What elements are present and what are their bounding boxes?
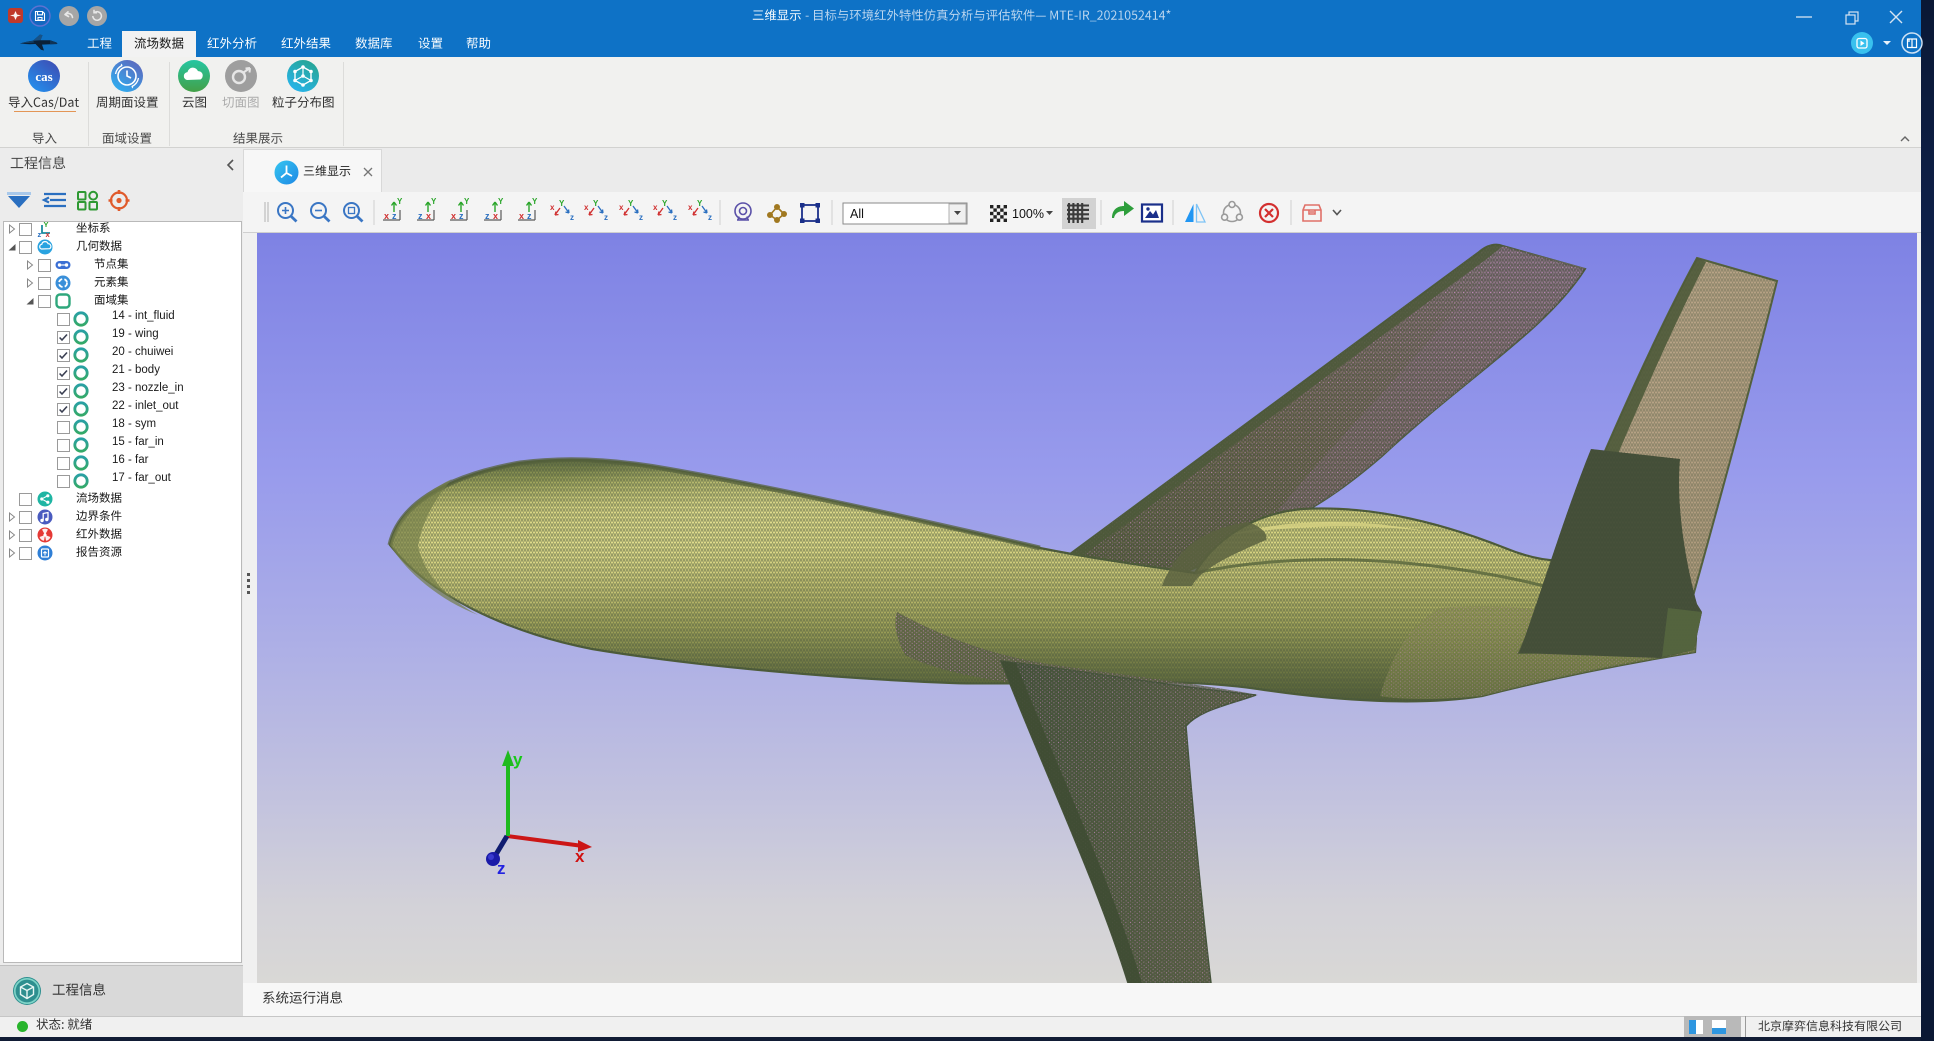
svg-text:x: x <box>584 203 589 212</box>
svg-text:x: x <box>550 203 555 212</box>
svg-text:z: z <box>604 213 608 222</box>
svg-text:x: x <box>575 847 585 866</box>
svg-text:Y: Y <box>498 197 504 206</box>
svg-text:Y: Y <box>397 197 403 206</box>
svg-text:z: z <box>570 213 574 222</box>
svg-text:Y: Y <box>464 197 470 206</box>
svg-text:cas: cas <box>35 69 52 84</box>
svg-text:x: x <box>619 203 624 212</box>
svg-text:x: x <box>653 203 658 212</box>
svg-text:y: y <box>513 750 523 769</box>
svg-text:100%: 100% <box>1012 207 1044 221</box>
svg-text:All: All <box>850 207 864 221</box>
svg-text:z: z <box>708 213 712 222</box>
svg-text:z: z <box>38 230 42 237</box>
svg-text:Y: Y <box>532 197 538 206</box>
svg-text:Y: Y <box>44 221 49 229</box>
svg-text:z: z <box>673 213 677 222</box>
svg-text:z: z <box>497 859 506 878</box>
svg-text:x: x <box>688 203 693 212</box>
svg-text:z: z <box>639 213 643 222</box>
svg-text:Y: Y <box>431 197 437 206</box>
